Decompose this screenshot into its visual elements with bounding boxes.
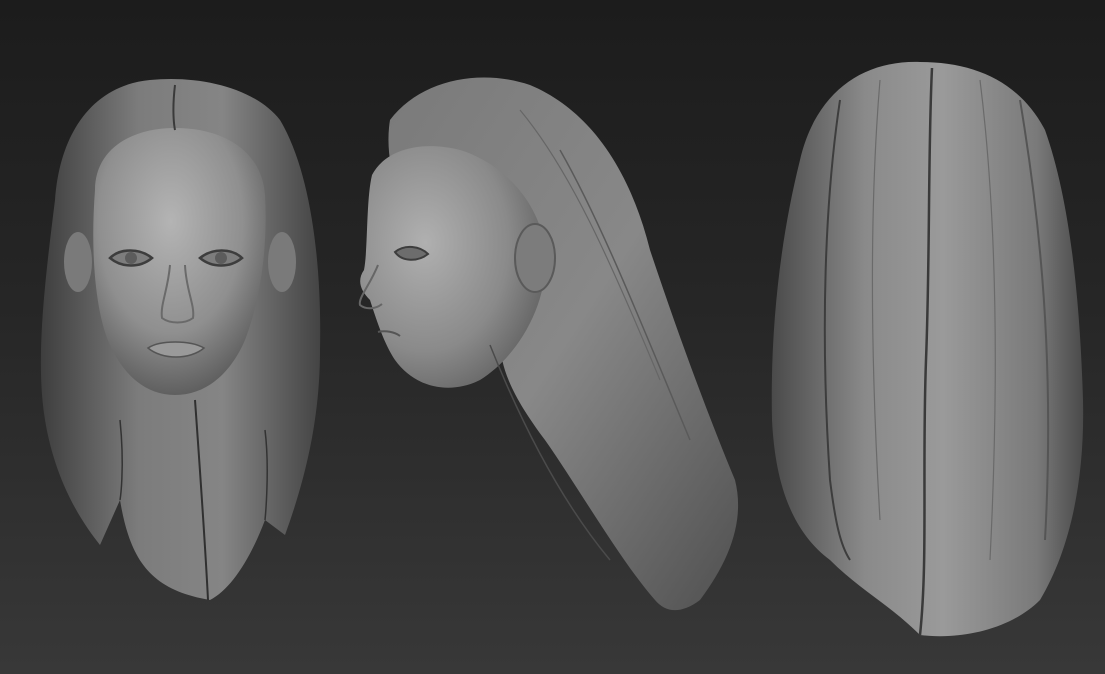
side-view-head — [358, 77, 739, 611]
sculpt-viewport: front-view side-view back-view — [0, 0, 1105, 674]
side-ear — [514, 223, 556, 293]
front-view-head — [40, 78, 321, 601]
front-left-ear — [64, 232, 92, 292]
sculpt-canvas — [40, 61, 1084, 637]
back-view-head — [771, 61, 1084, 637]
front-right-ear — [268, 232, 296, 292]
